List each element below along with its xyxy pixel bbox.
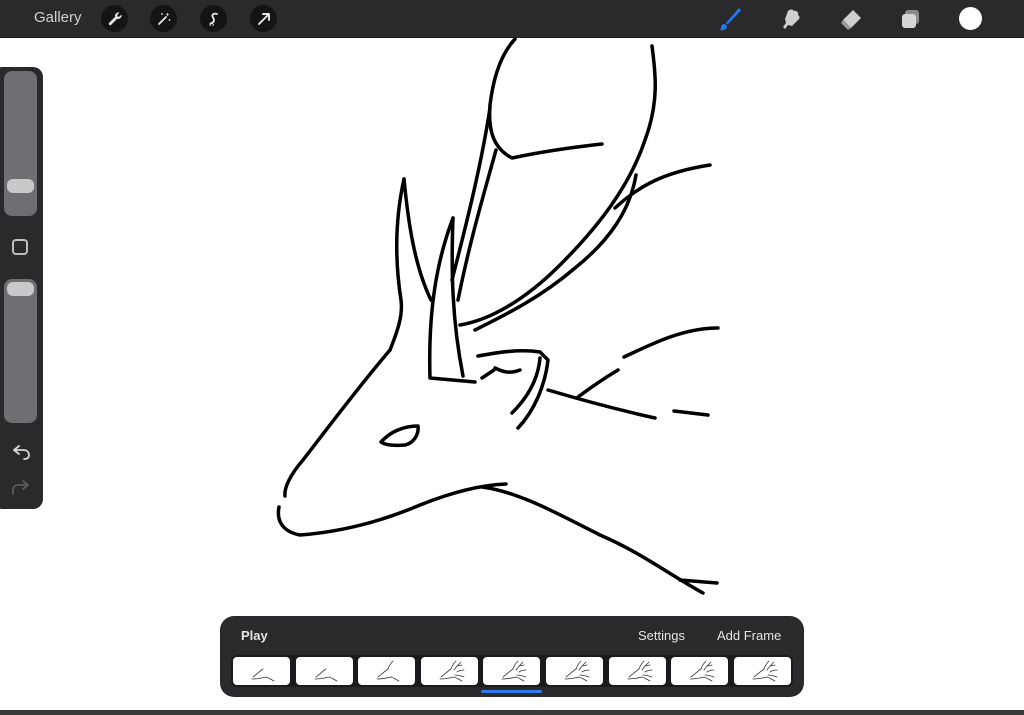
frame-thumbnail[interactable]	[295, 657, 353, 685]
frame-thumbnail[interactable]	[358, 657, 416, 685]
layers-icon	[902, 10, 919, 28]
brush-button[interactable]	[717, 6, 743, 32]
left-sidebar	[0, 67, 43, 509]
gallery-button[interactable]: Gallery	[34, 9, 82, 26]
selected-frame-indicator	[481, 690, 543, 693]
transform-arrow-icon	[257, 12, 270, 25]
transform-button[interactable]	[250, 5, 277, 32]
adjustments-wand-button[interactable]	[150, 5, 177, 32]
frame-thumbnail[interactable]	[671, 657, 729, 685]
opacity-slider[interactable]	[4, 279, 37, 423]
frame-thumbnail[interactable]	[733, 657, 791, 685]
undo-button[interactable]	[11, 444, 31, 462]
frame-thumbnail[interactable]	[546, 657, 603, 685]
brush-size-thumb[interactable]	[7, 179, 34, 193]
frame-thumbnail[interactable]	[608, 657, 666, 685]
frame-strip	[231, 655, 793, 687]
eraser-icon	[841, 10, 861, 30]
deer-head-drawing	[276, 37, 720, 595]
magic-wand-icon	[157, 12, 170, 25]
undo-icon	[13, 445, 30, 460]
brush-icon	[719, 8, 741, 31]
opacity-thumb[interactable]	[7, 282, 34, 296]
actions-wrench-button[interactable]	[101, 5, 128, 32]
redo-icon	[12, 480, 29, 495]
selection-button[interactable]	[200, 5, 227, 32]
smudge-button[interactable]	[778, 6, 804, 32]
add-frame-button[interactable]: Add Frame	[717, 628, 781, 643]
top-toolbar: Gallery	[0, 0, 1024, 38]
animation-timeline: Play Settings Add Frame	[220, 616, 804, 697]
frame-thumbnail[interactable]	[233, 657, 290, 685]
drawing-canvas[interactable]	[0, 37, 1024, 710]
play-button[interactable]: Play	[241, 628, 268, 643]
modify-button[interactable]	[12, 239, 28, 255]
smudge-icon	[783, 9, 800, 29]
frame-thumbnail[interactable]	[420, 657, 478, 685]
selection-icon	[209, 12, 218, 26]
layers-button[interactable]	[898, 6, 924, 32]
brush-size-slider[interactable]	[4, 71, 37, 216]
eraser-button[interactable]	[838, 6, 864, 32]
color-picker-button[interactable]	[959, 7, 982, 30]
settings-button[interactable]: Settings	[638, 628, 685, 643]
frame-thumbnail[interactable]	[483, 657, 541, 685]
bottom-edge	[0, 710, 1024, 715]
wrench-icon	[108, 11, 122, 25]
redo-button[interactable]	[11, 479, 31, 497]
